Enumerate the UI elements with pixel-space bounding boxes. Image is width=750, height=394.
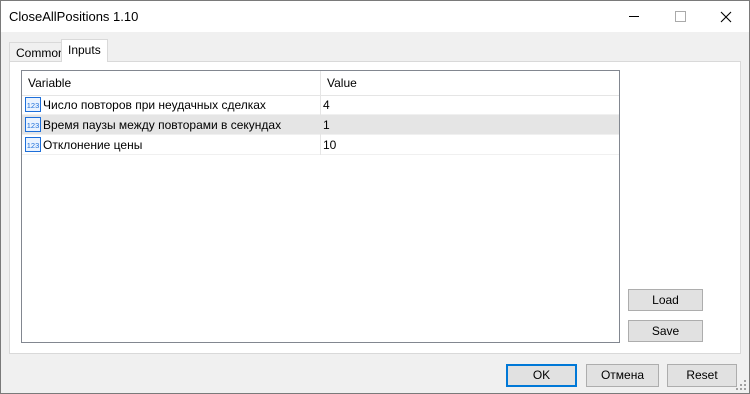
close-icon xyxy=(720,11,732,22)
minimize-button[interactable] xyxy=(611,1,657,32)
column-divider xyxy=(320,115,321,135)
tab-inputs[interactable]: Inputs xyxy=(61,39,108,62)
cancel-button[interactable]: Отмена xyxy=(586,364,659,387)
table-header: Variable Value xyxy=(22,71,619,96)
column-header-value[interactable]: Value xyxy=(321,71,619,95)
table-row[interactable]: 123 Отклонение цены 10 xyxy=(22,135,619,155)
window-title: CloseAllPositions 1.10 xyxy=(9,9,139,24)
column-divider xyxy=(320,135,321,155)
reset-button[interactable]: Reset xyxy=(667,364,737,387)
variable-name: Время паузы между повторами в секундах xyxy=(43,118,282,132)
save-button[interactable]: Save xyxy=(628,320,703,342)
svg-text:123: 123 xyxy=(27,121,40,130)
variable-value[interactable]: 4 xyxy=(323,95,330,115)
ok-button[interactable]: OK xyxy=(506,364,577,387)
variable-value[interactable]: 1 xyxy=(323,115,330,135)
svg-text:123: 123 xyxy=(27,101,40,110)
variable-value[interactable]: 10 xyxy=(323,135,336,155)
column-header-variable[interactable]: Variable xyxy=(22,71,321,95)
column-divider xyxy=(320,95,321,115)
title-bar[interactable]: CloseAllPositions 1.10 xyxy=(1,1,749,32)
maximize-button xyxy=(657,1,703,32)
inputs-table[interactable]: Variable Value 123 Число повторов при не… xyxy=(21,70,620,343)
tab-common[interactable]: Common xyxy=(9,42,65,62)
numeric-123-icon: 123 xyxy=(25,137,41,152)
numeric-123-icon: 123 xyxy=(25,117,41,132)
dialog-window: CloseAllPositions 1.10 Common Inputs Var… xyxy=(0,0,750,394)
minimize-icon xyxy=(629,16,639,17)
resize-grip-icon[interactable] xyxy=(735,379,747,391)
maximize-icon xyxy=(674,11,686,22)
close-button[interactable] xyxy=(703,1,749,32)
numeric-123-icon: 123 xyxy=(25,97,41,112)
variable-name: Отклонение цены xyxy=(43,138,143,152)
table-row[interactable]: 123 Число повторов при неудачных сделках… xyxy=(22,95,619,115)
variable-name: Число повторов при неудачных сделках xyxy=(43,98,266,112)
table-row[interactable]: 123 Время паузы между повторами в секунд… xyxy=(22,115,619,135)
load-button[interactable]: Load xyxy=(628,289,703,311)
svg-text:123: 123 xyxy=(27,141,40,150)
